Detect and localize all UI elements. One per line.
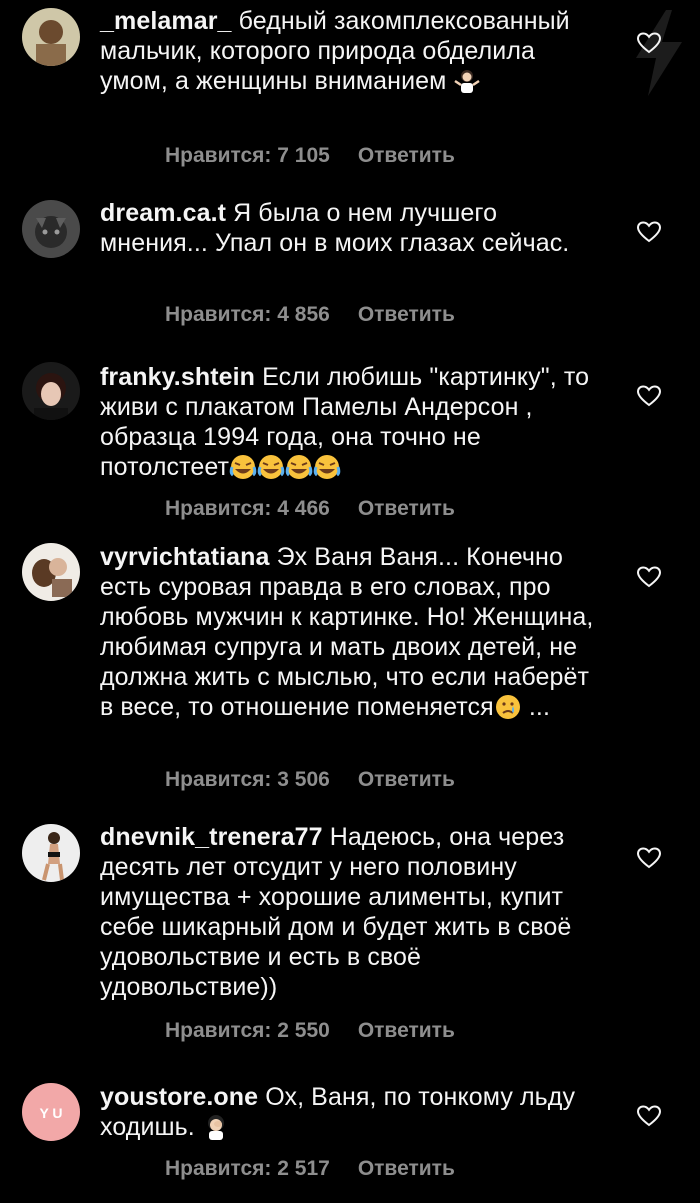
comment-text-ellipsis: ...: [528, 693, 550, 721]
avatar[interactable]: [22, 824, 80, 882]
avatar[interactable]: [22, 200, 80, 258]
face-palm-emoji-icon: [207, 1115, 224, 1140]
avatar[interactable]: [22, 362, 80, 420]
comment-username[interactable]: dream.ca.t: [100, 199, 226, 227]
comment-username[interactable]: franky.shtein: [100, 363, 255, 391]
likes-count: Нравится: 3 506: [165, 768, 330, 791]
avatar[interactable]: Y U: [22, 1083, 80, 1141]
likes-count: Нравится: 2 517: [165, 1157, 330, 1180]
person-shrugging-emoji-icon: [454, 70, 481, 93]
reply-button[interactable]: Ответить: [358, 1019, 455, 1042]
heart-icon[interactable]: [637, 221, 661, 243]
likes-count: Нравится: 2 550: [165, 1019, 330, 1042]
heart-icon[interactable]: [637, 847, 661, 869]
avatar[interactable]: [22, 8, 80, 66]
avatar-logo-text: Y U: [39, 1105, 62, 1121]
comment-username[interactable]: dnevnik_trenera77: [100, 823, 323, 851]
comment-username[interactable]: vyrvichtatiana: [100, 543, 270, 571]
reply-button[interactable]: Ответить: [358, 768, 455, 791]
heart-icon[interactable]: [637, 1105, 661, 1127]
reply-button[interactable]: Ответить: [358, 144, 455, 167]
comment-username[interactable]: _melamar_: [100, 7, 232, 35]
likes-count: Нравится: 4 466: [165, 497, 330, 520]
reply-button[interactable]: Ответить: [358, 497, 455, 520]
crying-face-emoji-icon: [495, 695, 520, 719]
reply-button[interactable]: Ответить: [358, 1157, 455, 1180]
likes-count: Нравится: 7 105: [165, 144, 330, 167]
likes-count: Нравится: 4 856: [165, 303, 330, 326]
reply-button[interactable]: Ответить: [358, 303, 455, 326]
laughing-crying-emoji-icon: [229, 453, 341, 481]
comment-username[interactable]: youstore.one: [100, 1083, 258, 1111]
heart-icon[interactable]: [637, 566, 661, 588]
heart-icon[interactable]: [637, 32, 661, 54]
heart-icon[interactable]: [637, 385, 661, 407]
avatar[interactable]: [22, 543, 80, 601]
